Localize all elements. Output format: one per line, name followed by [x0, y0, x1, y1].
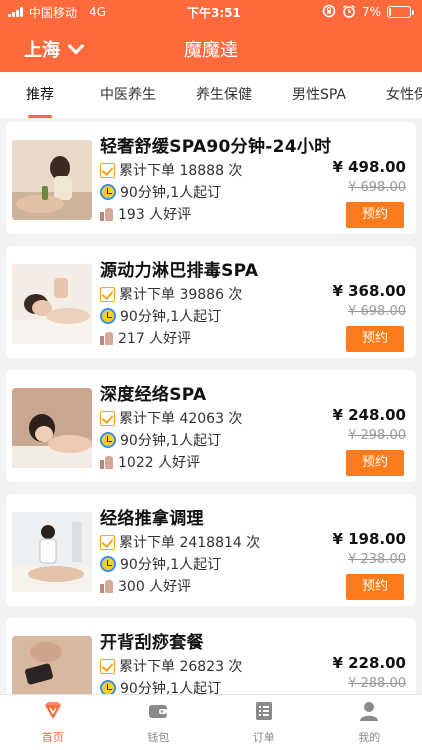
nav-profile-label: 我的: [358, 731, 381, 744]
thumbs-up-icon: [100, 331, 114, 345]
service-image: [12, 388, 92, 468]
signal-icon: [8, 7, 23, 17]
service-card[interactable]: 深度经络SPA 累计下单 42063 次 90分钟,1人起订 1022 人好评 …: [6, 370, 416, 482]
order-count: 累计下单 26823 次: [100, 656, 242, 676]
service-title: 经络推拿调理: [100, 509, 204, 529]
order-check-icon: [100, 534, 115, 550]
battery-icon: [386, 6, 414, 18]
service-title: 源动力淋巴排毒SPA: [100, 261, 259, 281]
duration: 90分钟,1人起订: [100, 554, 221, 574]
status-time: 下午3:51: [187, 5, 241, 20]
tab-tcm-wellness[interactable]: 中医养生: [80, 72, 176, 118]
order-count: 累计下单 42063 次: [100, 408, 242, 428]
app-title: 魔魔達: [184, 40, 238, 61]
thumbs-up-icon: [100, 207, 114, 221]
original-price: ¥ 698.00: [348, 180, 406, 195]
review-count: 1022 人好评: [100, 452, 200, 472]
home-icon: [42, 700, 64, 725]
duration: 90分钟,1人起订: [100, 430, 221, 450]
price: ¥ 248.00: [332, 406, 406, 424]
duration-text: 90分钟,1人起订: [120, 557, 222, 573]
service-title: 轻奢舒缓SPA90分钟-24小时: [100, 137, 332, 157]
service-title: 开背刮痧套餐: [100, 633, 204, 653]
nav-home-label: 首页: [41, 731, 64, 744]
order-check-icon: [100, 410, 115, 426]
order-count-text: 累计下单 26823 次: [119, 659, 243, 675]
service-card[interactable]: 经络推拿调理 累计下单 2418814 次 90分钟,1人起订 300 人好评 …: [6, 494, 416, 606]
clock-icon: [100, 308, 116, 324]
clock-icon: [100, 432, 116, 448]
clock-icon: [100, 184, 116, 200]
nav-profile[interactable]: 我的: [317, 695, 422, 750]
review-count-text: 193 人好评: [118, 207, 192, 223]
rotation-lock-icon: [322, 4, 336, 21]
order-count-text: 累计下单 39886 次: [119, 287, 243, 303]
bottom-nav: 首页 钱包 订单 我的: [0, 694, 422, 750]
book-button[interactable]: 预约: [346, 450, 404, 476]
book-button[interactable]: 预约: [346, 326, 404, 352]
price: ¥ 368.00: [332, 282, 406, 300]
top-header: 中国移动 4G 下午3:51 7% 上海 魔魔達: [0, 0, 422, 72]
order-check-icon: [100, 286, 115, 302]
alarm-icon: [342, 4, 356, 21]
service-title: 深度经络SPA: [100, 385, 207, 405]
order-count: 累计下单 18888 次: [100, 160, 242, 180]
duration: 90分钟,1人起订: [100, 182, 221, 202]
order-count: 累计下单 2418814 次: [100, 532, 260, 552]
network-label: 4G: [89, 5, 106, 19]
order-list-icon: [253, 700, 275, 725]
order-count-text: 累计下单 2418814 次: [119, 535, 261, 551]
status-bar: 中国移动 4G 下午3:51 7%: [0, 0, 422, 24]
order-check-icon: [100, 162, 115, 178]
nav-wallet-label: 钱包: [147, 731, 170, 744]
price: ¥ 498.00: [332, 158, 406, 176]
book-button[interactable]: 预约: [346, 202, 404, 228]
duration: 90分钟,1人起订: [100, 306, 221, 326]
nav-orders[interactable]: 订单: [211, 695, 317, 750]
service-image: [12, 636, 92, 698]
category-tabs: 推荐 中医养生 养生保健 男性SPA 女性保健: [0, 72, 422, 118]
price: ¥ 198.00: [332, 530, 406, 548]
service-image: [12, 512, 92, 592]
clock-icon: [100, 556, 116, 572]
nav-orders-label: 订单: [252, 731, 275, 744]
order-count-text: 累计下单 42063 次: [119, 411, 243, 427]
nav-wallet[interactable]: 钱包: [106, 695, 212, 750]
review-count-text: 217 人好评: [118, 331, 192, 347]
user-icon: [358, 700, 380, 725]
original-price: ¥ 298.00: [348, 428, 406, 443]
order-count-text: 累计下单 18888 次: [119, 163, 243, 179]
carrier-label: 中国移动: [29, 5, 78, 20]
service-card[interactable]: 开背刮痧套餐 累计下单 26823 次 90分钟,1人起订 ¥ 228.00 ¥…: [6, 618, 416, 698]
duration-text: 90分钟,1人起订: [120, 185, 222, 201]
price: ¥ 228.00: [332, 654, 406, 672]
service-image: [12, 140, 92, 220]
tab-female-care[interactable]: 女性保健: [366, 72, 422, 118]
original-price: ¥ 238.00: [348, 552, 406, 567]
order-check-icon: [100, 658, 115, 674]
review-count: 300 人好评: [100, 576, 191, 596]
service-image: [12, 264, 92, 344]
duration-text: 90分钟,1人起订: [120, 309, 222, 325]
tab-health-care[interactable]: 养生保健: [176, 72, 272, 118]
duration-text: 90分钟,1人起订: [120, 433, 222, 449]
nav-home[interactable]: 首页: [0, 695, 106, 750]
service-card[interactable]: 源动力淋巴排毒SPA 累计下单 39886 次 90分钟,1人起订 217 人好…: [6, 246, 416, 358]
wallet-icon: [147, 700, 169, 725]
original-price: ¥ 288.00: [348, 676, 406, 691]
original-price: ¥ 698.00: [348, 304, 406, 319]
tab-recommended[interactable]: 推荐: [0, 72, 80, 118]
tab-male-spa[interactable]: 男性SPA: [272, 72, 366, 118]
order-count: 累计下单 39886 次: [100, 284, 242, 304]
battery-percent: 7%: [361, 5, 381, 19]
book-button[interactable]: 预约: [346, 574, 404, 600]
review-count: 217 人好评: [100, 328, 191, 348]
review-count: 193 人好评: [100, 204, 191, 224]
service-card[interactable]: 轻奢舒缓SPA90分钟-24小时 累计下单 18888 次 90分钟,1人起订 …: [6, 122, 416, 234]
thumbs-up-icon: [100, 455, 114, 469]
review-count-text: 1022 人好评: [118, 455, 201, 471]
thumbs-up-icon: [100, 579, 114, 593]
review-count-text: 300 人好评: [118, 579, 192, 595]
